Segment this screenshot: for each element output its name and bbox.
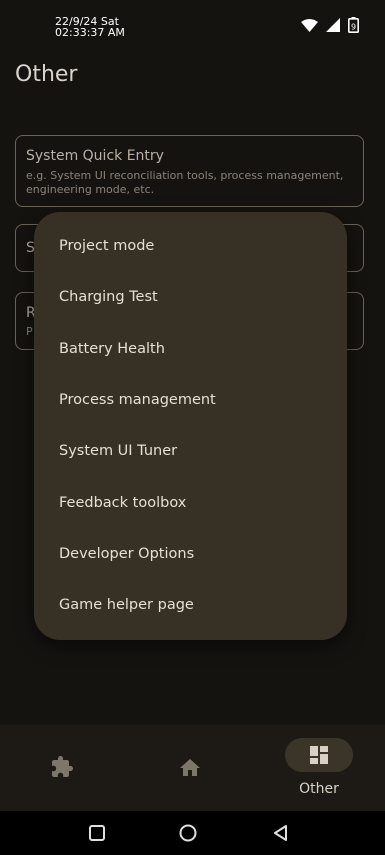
menu-item-system-ui-tuner[interactable]: System UI Tuner — [34, 427, 347, 478]
status-datetime: 22/9/24 Sat 02:33:37 AM — [55, 16, 125, 38]
menu-item-feedback-toolbox[interactable]: Feedback toolbox — [34, 479, 347, 530]
menu-item-charging-test[interactable]: Charging Test — [34, 273, 347, 324]
menu-item-label: Process management — [59, 392, 216, 408]
menu-item-label: System UI Tuner — [59, 443, 178, 459]
card-subtitle: e.g. System UI reconciliation tools, pro… — [26, 169, 344, 196]
dashboard-icon — [310, 746, 328, 764]
card-title: System Quick Entry — [26, 148, 164, 164]
quick-entry-menu: Project mode Charging Test Battery Healt… — [34, 212, 347, 640]
battery-level: 9 — [351, 23, 356, 32]
wifi-icon — [301, 18, 318, 32]
circle-home-icon[interactable] — [177, 822, 199, 844]
menu-item-label: Battery Health — [59, 341, 165, 357]
square-recents-icon[interactable] — [86, 822, 108, 844]
menu-item-project-mode[interactable]: Project mode — [34, 222, 347, 273]
menu-item-label: Project mode — [59, 238, 155, 254]
nav-label: Other — [299, 781, 339, 797]
system-quick-entry-card[interactable]: System Quick Entry e.g. System UI reconc… — [15, 135, 364, 207]
system-nav-bar — [0, 811, 385, 855]
status-bar: 22/9/24 Sat 02:33:37 AM 9 — [0, 0, 385, 52]
card-subtitle: P — [26, 325, 33, 338]
menu-item-battery-health[interactable]: Battery Health — [34, 325, 347, 376]
menu-item-label: Game helper page — [59, 597, 194, 613]
menu-item-developer-options[interactable]: Developer Options — [34, 530, 347, 581]
menu-item-process-management[interactable]: Process management — [34, 376, 347, 427]
home-icon — [180, 759, 200, 776]
triangle-back-icon[interactable] — [270, 822, 292, 844]
page-title: Other — [15, 62, 78, 87]
status-icons: 9 — [301, 17, 359, 33]
menu-item-label: Feedback toolbox — [59, 495, 187, 511]
battery-icon: 9 — [348, 17, 359, 33]
menu-item-game-helper-page[interactable]: Game helper page — [34, 581, 347, 632]
bottom-nav: Other — [0, 725, 385, 811]
nav-item-other[interactable]: Other — [255, 725, 383, 811]
nav-item-home[interactable] — [128, 725, 256, 811]
signal-icon — [326, 18, 340, 32]
status-time: 02:33:37 AM — [55, 26, 125, 39]
menu-item-label: Charging Test — [59, 289, 158, 305]
menu-item-label: Developer Options — [59, 546, 195, 562]
puzzle-icon — [52, 756, 73, 777]
nav-item-tools[interactable] — [0, 725, 128, 811]
